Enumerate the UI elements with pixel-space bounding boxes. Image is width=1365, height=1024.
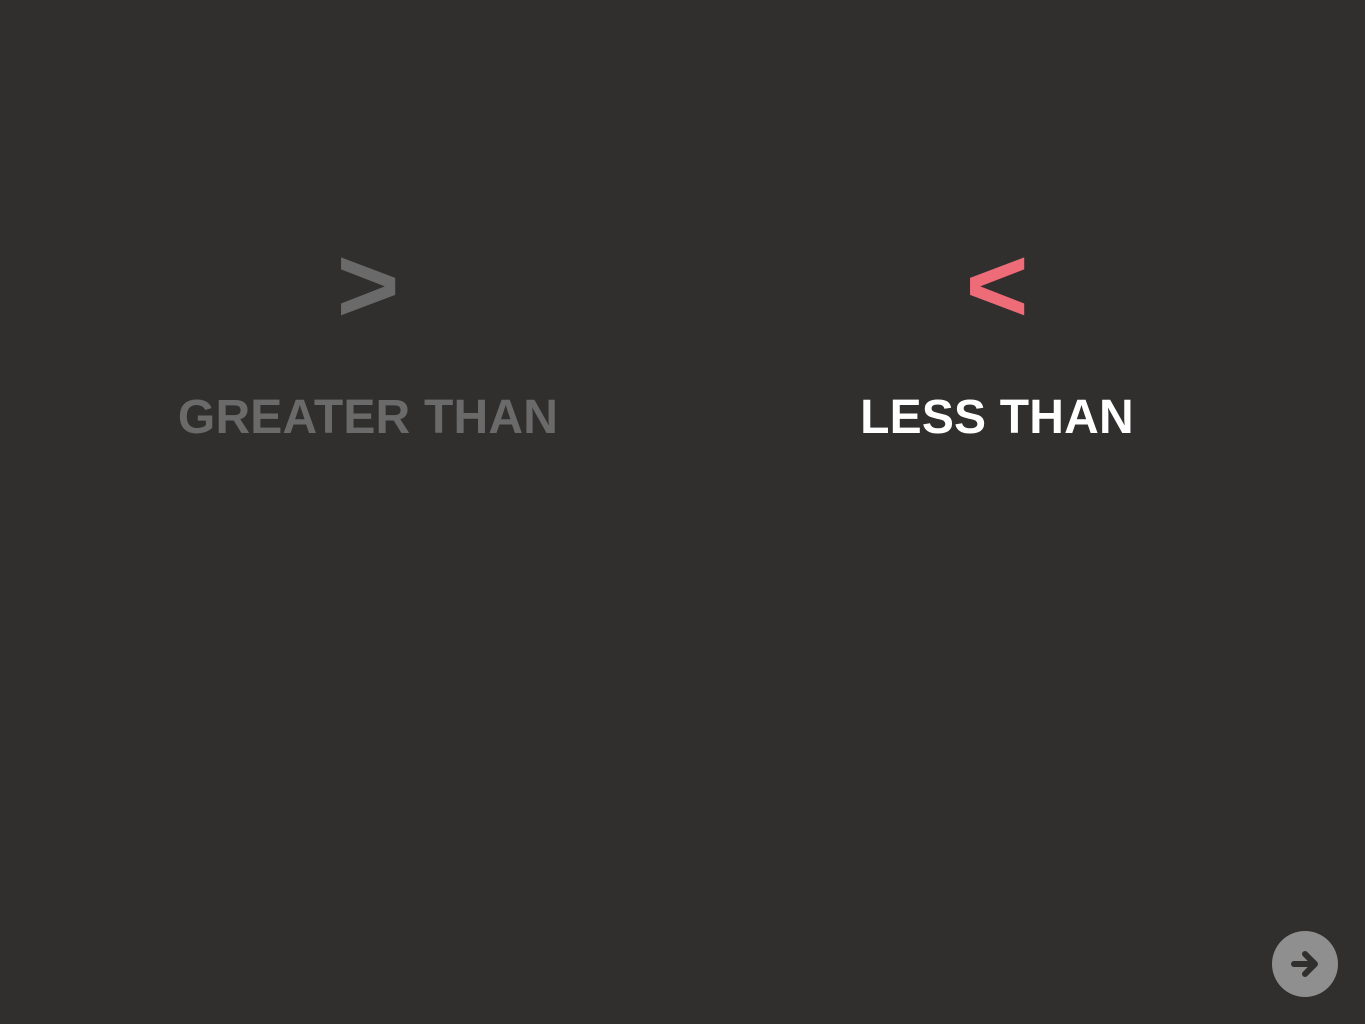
less-than-option[interactable]: < LESS THAN <box>737 230 1257 470</box>
less-than-symbol: < <box>965 224 1029 345</box>
greater-than-label: GREATER THAN <box>177 391 559 444</box>
greater-than-symbol: > <box>336 224 400 345</box>
less-than-label: LESS THAN <box>860 391 1134 444</box>
greater-than-option[interactable]: > GREATER THAN <box>108 230 628 470</box>
arrow-right-icon <box>1291 951 1318 977</box>
comparison-choice-screen: > GREATER THAN < LESS THAN <box>0 0 1365 1024</box>
next-button[interactable] <box>1272 931 1338 997</box>
